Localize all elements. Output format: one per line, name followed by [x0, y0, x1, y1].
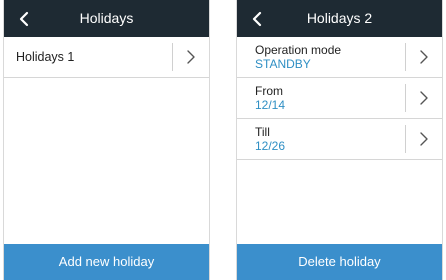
- operation-mode-row[interactable]: Operation mode STANDBY: [237, 37, 442, 78]
- holiday-list: Holidays 1: [4, 37, 209, 78]
- from-label: From: [255, 84, 283, 98]
- delete-holiday-button[interactable]: Delete holiday: [237, 244, 442, 280]
- operation-mode-open-button[interactable]: [405, 43, 442, 71]
- header-bar: Holidays: [4, 0, 209, 37]
- holidays-screen: Holidays Holidays 1 Add new holiday: [3, 0, 210, 280]
- chevron-right-icon: [420, 50, 428, 64]
- page-title: Holidays 2: [306, 10, 373, 26]
- from-date-row[interactable]: From 12/14: [237, 78, 442, 119]
- open-button[interactable]: [172, 43, 209, 71]
- chevron-right-icon: [420, 132, 428, 146]
- till-open-button[interactable]: [405, 125, 442, 153]
- from-open-button[interactable]: [405, 84, 442, 112]
- holiday-settings-list: Operation mode STANDBY From 12/14 Till 1…: [237, 37, 442, 160]
- operation-mode-value: STANDBY: [255, 57, 311, 71]
- add-new-holiday-button[interactable]: Add new holiday: [4, 244, 209, 280]
- from-value: 12/14: [255, 98, 286, 112]
- list-item-label: Holidays 1: [16, 50, 75, 64]
- header-bar: Holidays 2: [237, 0, 442, 37]
- chevron-right-icon: [187, 50, 195, 64]
- till-value: 12/26: [255, 139, 286, 153]
- operation-mode-label: Operation mode: [255, 43, 342, 57]
- chevron-right-icon: [420, 91, 428, 105]
- till-date-row[interactable]: Till 12/26: [237, 119, 442, 160]
- holiday-detail-screen: Holidays 2 Operation mode STANDBY From 1…: [236, 0, 443, 280]
- till-label: Till: [255, 125, 270, 139]
- list-item-holidays-1[interactable]: Holidays 1: [4, 37, 209, 78]
- page-title: Holidays: [79, 10, 134, 26]
